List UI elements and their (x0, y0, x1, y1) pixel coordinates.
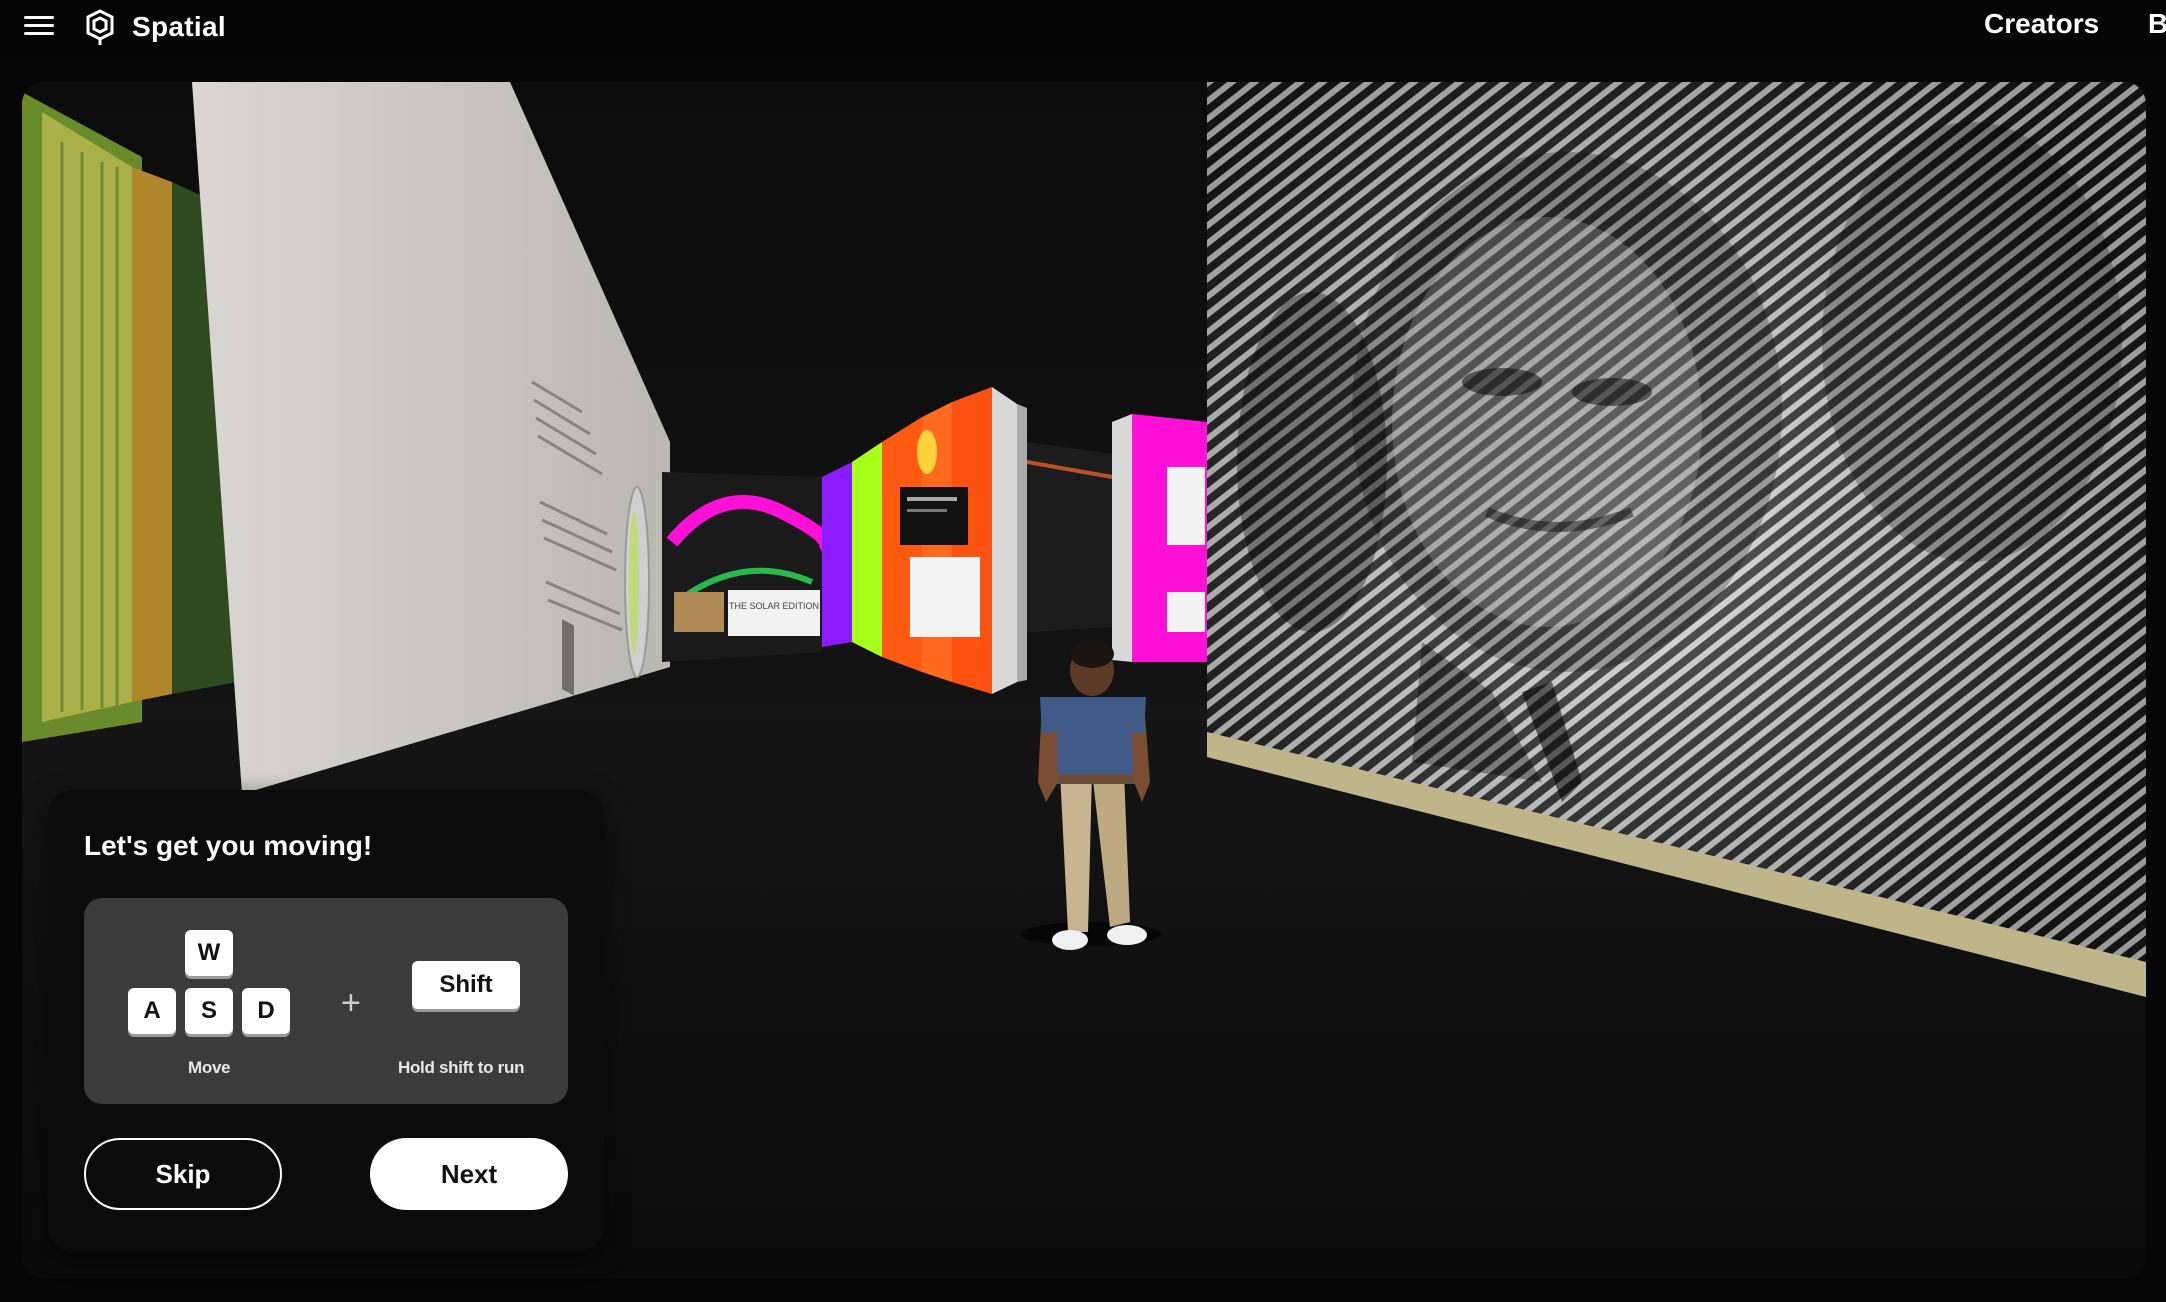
nav-creators-link[interactable]: Creators (1984, 8, 2099, 40)
hamburger-menu-icon[interactable] (24, 14, 54, 38)
onboarding-card: Let's get you moving! W A S D + Shift Mo… (48, 790, 604, 1252)
key-a: A (128, 988, 176, 1034)
run-caption: Hold shift to run (398, 1058, 525, 1077)
app-name: Spatial (132, 11, 226, 42)
skip-button[interactable]: Skip (84, 1138, 282, 1210)
nav-truncated-link[interactable]: B (2148, 8, 2166, 40)
onboarding-title: Let's get you moving! (84, 830, 373, 861)
magenta-panel (1112, 414, 1207, 662)
controls-panel: W A S D + Shift Move Hold shift to run (84, 898, 568, 1104)
move-caption: Move (188, 1058, 231, 1077)
top-bar: Spatial Creators B (0, 0, 2166, 54)
next-button[interactable]: Next (370, 1138, 568, 1210)
key-s: S (185, 988, 233, 1034)
spatial-logo[interactable]: Spatial (80, 6, 226, 48)
spatial-logo-icon (86, 9, 114, 45)
key-w: W (185, 930, 233, 976)
key-shift: Shift (412, 961, 520, 1009)
plus-icon: + (341, 984, 361, 1022)
poster-small-text: THE SOLAR EDITION (729, 601, 819, 611)
key-d: D (242, 988, 290, 1034)
neon-corridor-artwork: THE SOLAR EDITION (662, 472, 834, 662)
